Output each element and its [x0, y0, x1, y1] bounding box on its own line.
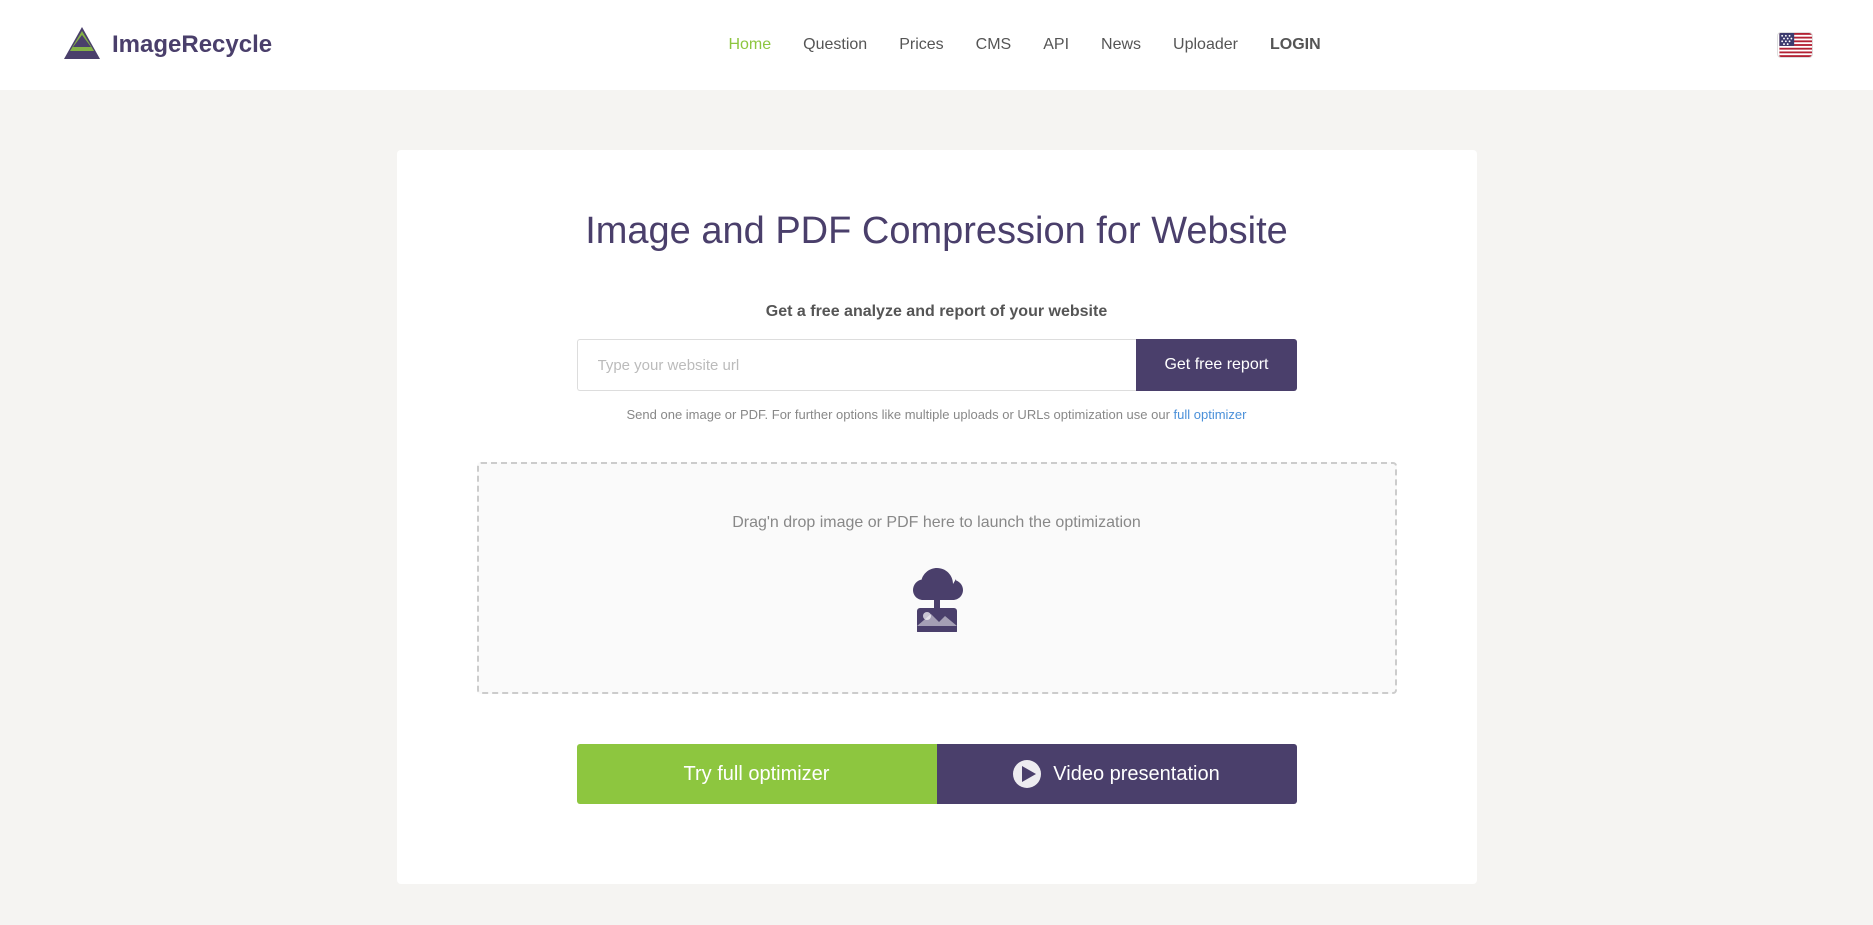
nav-login[interactable]: LOGIN — [1270, 36, 1321, 54]
analyze-subtitle: Get a free analyze and report of your we… — [477, 303, 1397, 321]
language-flag[interactable] — [1777, 32, 1813, 58]
helper-text: Send one image or PDF. For further optio… — [477, 407, 1397, 422]
upload-icon — [897, 552, 977, 632]
play-triangle-icon — [1022, 766, 1036, 782]
header: ImageRecycle Home Question Prices CMS AP… — [0, 0, 1873, 90]
website-url-input[interactable] — [577, 339, 1137, 391]
logo-icon — [60, 23, 104, 67]
url-form: Get free report — [577, 339, 1297, 391]
page-title: Image and PDF Compression for Website — [477, 210, 1397, 253]
logo[interactable]: ImageRecycle — [60, 23, 272, 67]
main-content: Image and PDF Compression for Website Ge… — [0, 90, 1873, 925]
play-icon — [1013, 760, 1041, 788]
try-optimizer-button[interactable]: Try full optimizer — [577, 744, 937, 804]
drop-zone[interactable]: Drag'n drop image or PDF here to launch … — [477, 462, 1397, 694]
full-optimizer-link[interactable]: full optimizer — [1174, 407, 1247, 422]
nav-prices[interactable]: Prices — [899, 36, 943, 54]
nav-home[interactable]: Home — [728, 36, 771, 54]
video-presentation-button[interactable]: Video presentation — [937, 744, 1297, 804]
bottom-buttons: Try full optimizer Video presentation — [577, 744, 1297, 804]
nav-uploader[interactable]: Uploader — [1173, 36, 1238, 54]
nav-cms[interactable]: CMS — [976, 36, 1012, 54]
video-button-label: Video presentation — [1053, 763, 1219, 786]
cloud-upload-svg — [897, 552, 977, 632]
get-report-button[interactable]: Get free report — [1136, 339, 1296, 391]
nav-question[interactable]: Question — [803, 36, 867, 54]
content-container: Image and PDF Compression for Website Ge… — [397, 150, 1477, 884]
drop-zone-text: Drag'n drop image or PDF here to launch … — [732, 514, 1141, 532]
us-flag-icon — [1778, 33, 1813, 57]
nav-api[interactable]: API — [1043, 36, 1069, 54]
nav-news[interactable]: News — [1101, 36, 1141, 54]
main-nav: Home Question Prices CMS API News Upload… — [728, 36, 1320, 54]
logo-text: ImageRecycle — [112, 31, 272, 59]
